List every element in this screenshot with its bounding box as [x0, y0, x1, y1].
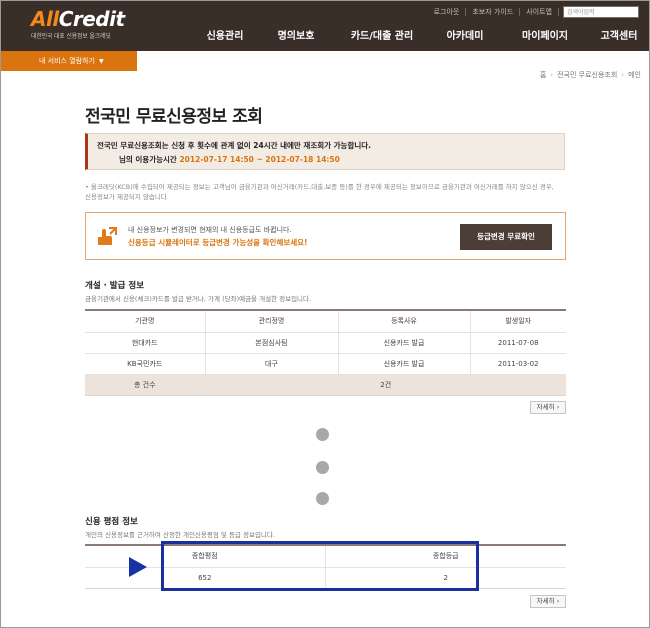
column-header: 관리정명: [205, 310, 339, 332]
nav-identity-protection[interactable]: 명의보호: [257, 27, 335, 42]
main-navigation: 신용관리 명의보호 카드/대출 관리 아카데미 마이페이지 고객센터: [193, 27, 649, 42]
info-bullet-text: 올크레딧(KCB)에 수집되어 제공되는 정보는 고객님이 금융기관과 여신거래…: [85, 183, 554, 201]
card-section-desc: 금융기관에서 신용(체크)카드를 발급 받거나, 가계 (당좌)예금을 개설한 …: [85, 295, 312, 303]
play-arrow-icon: [129, 557, 147, 577]
breadcrumb-home[interactable]: 홈: [540, 71, 546, 79]
table-cell: KB국민카드: [85, 352, 206, 374]
nav-card-loan-management[interactable]: 카드/대출 관리: [335, 27, 429, 42]
utility-links: 로그아웃 초보자 가이드 사이트맵 검색어입력: [428, 6, 639, 18]
table-cell: 신용카드 발급: [338, 352, 471, 374]
header-bar: AllCredit 대한민국 대표 신용정보 올크레딧 로그아웃 초보자 가이드…: [1, 1, 649, 51]
logout-link[interactable]: 로그아웃: [428, 8, 467, 16]
card-issuance-table: 기관명 관리정명 등록사유 발생일자 현대카드 본점심사팀 신용카드 발급 20…: [85, 309, 566, 396]
rating-section-title: 신용 평점 정보: [85, 517, 138, 527]
logo-text-credit: Credit: [58, 7, 125, 31]
column-header: 기관명: [85, 310, 206, 332]
sitemap-link[interactable]: 사이트맵: [520, 8, 559, 16]
column-header: 발생일자: [470, 310, 566, 332]
rating-details-button[interactable]: 자세히 ›: [530, 595, 566, 608]
ellipsis-dot-icon: [316, 461, 329, 474]
page-frame: AllCredit 대한민국 대표 신용정보 올크레딧 로그아웃 초보자 가이드…: [0, 0, 650, 628]
my-service-label: 내 서비스 열람하기: [39, 57, 95, 65]
table-cell: 현대카드: [85, 331, 206, 353]
table-cell: 대구: [205, 352, 339, 374]
page-title: 전국민 무료신용정보 조회: [85, 107, 263, 127]
total-value: 2건: [205, 373, 566, 396]
chevron-right-icon: ›: [621, 71, 625, 79]
total-label: 총 건수: [85, 373, 206, 396]
logo-text-all: All: [31, 7, 59, 31]
grade-change-check-button[interactable]: 등급변경 무료확인: [460, 224, 552, 250]
grade-simulator-banner: 내 신용정보가 변경되면 현재의 내 신용등급도 바뀝니다. 신용등급 시뮬레이…: [85, 212, 566, 260]
details-label: 자세히: [536, 597, 555, 605]
table-cell: 본점심사팀: [205, 331, 339, 353]
hand-pointer-icon: [98, 227, 117, 245]
table-cell: 신용카드 발급: [338, 331, 471, 353]
total-row: 총 건수 2건: [85, 373, 566, 396]
nav-my-page[interactable]: 마이페이지: [501, 27, 589, 42]
table-cell: 2011-03-02: [470, 352, 566, 374]
card-section-title: 개설 · 발급 정보: [85, 281, 145, 291]
highlight-box: [161, 541, 479, 591]
table-cell: 2011-07-08: [470, 331, 566, 353]
breadcrumb-current: 메인: [628, 71, 641, 79]
logo-tagline: 대한민국 대표 신용정보 올크레딧: [31, 33, 111, 40]
promo-line-2: 신용등급 시뮬레이터로 등급변경 가능성을 확인해보세요!: [128, 238, 308, 247]
chevron-right-icon: ›: [550, 71, 554, 79]
notice-box: 전국민 무료신용조회는 신청 후 횟수에 관계 없이 24시간 내에만 재조회가…: [85, 133, 565, 170]
nav-academy[interactable]: 아카데미: [429, 27, 501, 42]
card-details-button[interactable]: 자세히 ›: [530, 401, 566, 414]
available-time-label: 님의 이용가능시간: [119, 155, 177, 164]
chevron-right-icon: ›: [556, 403, 560, 411]
ellipsis-dot-icon: [316, 492, 329, 505]
promo-line-1: 내 신용정보가 변경되면 현재의 내 신용등급도 바뀝니다.: [128, 226, 292, 234]
breadcrumb: 홈 › 전국민 무료신용조회 › 메인: [540, 70, 641, 80]
details-label: 자세히: [536, 403, 555, 411]
allcredit-logo[interactable]: AllCredit 대한민국 대표 신용정보 올크레딧: [31, 8, 141, 44]
beginner-guide-link[interactable]: 초보자 가이드: [466, 8, 521, 16]
breadcrumb-section[interactable]: 전국민 무료신용조회: [557, 71, 617, 79]
my-service-button[interactable]: 내 서비스 열람하기 ▼: [1, 51, 137, 71]
search-input[interactable]: 검색어입력: [563, 6, 639, 18]
available-time-value: 2012-07-17 14:50 ~ 2012-07-18 14:50: [179, 155, 340, 164]
chevron-right-icon: ›: [556, 597, 560, 605]
table-row: KB국민카드 대구 신용카드 발급 2011-03-02: [85, 352, 566, 374]
nav-customer-center[interactable]: 고객센터: [589, 27, 649, 42]
table-row: 현대카드 본점심사팀 신용카드 발급 2011-07-08: [85, 331, 566, 353]
info-bullet: • 올크레딧(KCB)에 수집되어 제공되는 정보는 고객님이 금융기관과 여신…: [85, 182, 555, 202]
rating-section-desc: 개인의 신용정보를 근거하여 산정한 개인신용평점 및 등급 정보입니다.: [85, 531, 275, 539]
notice-line-2: 님의 이용가능시간 2012-07-17 14:50 ~ 2012-07-18 …: [97, 154, 564, 165]
column-header: 등록사유: [338, 310, 471, 332]
notice-line-1: 전국민 무료신용조회는 신청 후 횟수에 관계 없이 24시간 내에만 재조회가…: [97, 141, 371, 150]
ellipsis-dot-icon: [316, 428, 329, 441]
nav-credit-management[interactable]: 신용관리: [193, 27, 257, 42]
chevron-down-icon: ▼: [98, 58, 104, 65]
